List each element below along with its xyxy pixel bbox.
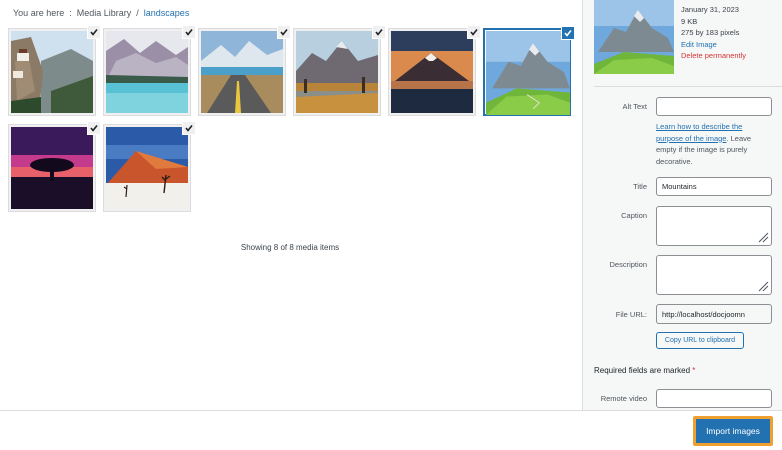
selection-check[interactable] (372, 25, 386, 39)
media-item-autumn-mountains[interactable] (293, 25, 386, 116)
checkmark-icon (280, 29, 288, 36)
selection-check[interactable] (277, 25, 291, 39)
resize-handle-icon[interactable] (757, 231, 769, 243)
media-item-sunset-tree[interactable] (8, 121, 101, 212)
volcano-lake-image (391, 31, 473, 113)
media-item-desert-dunes[interactable] (103, 121, 196, 212)
divider (594, 86, 782, 87)
selection-check[interactable] (182, 25, 196, 39)
green-mountains-image (486, 31, 570, 115)
required-star: * (692, 366, 696, 375)
selection-check[interactable] (561, 26, 575, 40)
edit-image-link[interactable]: Edit Image (681, 39, 746, 51)
mountain-lake-image (106, 31, 188, 113)
media-item-volcano-lake[interactable] (388, 25, 481, 116)
checkmark-icon (470, 29, 478, 36)
cliff-monastery-image (11, 31, 93, 113)
autumn-mountains-image (296, 31, 378, 113)
import-images-button[interactable]: Import images (693, 416, 773, 446)
checkmark-icon (185, 29, 193, 36)
selection-check[interactable] (87, 25, 101, 39)
title-label: Title (633, 182, 647, 191)
modal-footer (0, 410, 782, 450)
checkmark-icon (185, 125, 193, 132)
caption-label: Caption (621, 211, 647, 220)
sunset-tree-image (11, 127, 93, 209)
upload-date: January 31, 2023 (681, 5, 739, 14)
breadcrumb-current[interactable]: landscapes (144, 8, 190, 18)
preview-image (594, 0, 674, 74)
file-url-input[interactable]: http://localhost/docjoomn (656, 304, 772, 324)
selection-check[interactable] (87, 121, 101, 135)
breadcrumb-prefix: You are here (13, 8, 65, 18)
breadcrumb-parent[interactable]: Media Library (77, 8, 132, 18)
file-url-label: File URL: (615, 310, 647, 319)
copy-url-button[interactable]: Copy URL to clipboard (656, 332, 744, 349)
file-size: 9 KB (681, 16, 698, 26)
required-text: Required fields are marked (594, 366, 691, 375)
image-dimensions: 275 by 183 pixels (681, 28, 740, 37)
description-label: Description (609, 260, 647, 269)
media-item-green-mountains[interactable] (483, 26, 575, 116)
breadcrumb-separator: : (69, 8, 72, 18)
checkmark-icon (375, 29, 383, 36)
delete-permanently-link[interactable]: Delete permanently (681, 50, 746, 62)
attachment-details-sidebar: January 31, 2023 9 KB 275 by 183 pixels … (582, 0, 782, 410)
attachment-preview (594, 0, 674, 74)
description-textarea[interactable] (656, 255, 772, 295)
remote-video-label: Remote video (600, 394, 647, 403)
remote-video-input[interactable] (656, 389, 772, 408)
alt-text-label: Alt Text (622, 102, 647, 111)
media-item-mountain-lake[interactable] (103, 25, 196, 116)
checkmark-icon (90, 29, 98, 36)
alt-text-help: Learn how to describe the purpose of the… (656, 121, 766, 167)
checkmark-icon (90, 125, 98, 132)
selection-check[interactable] (467, 25, 481, 39)
title-input[interactable]: Mountains (656, 177, 772, 196)
alt-text-input[interactable] (656, 97, 772, 116)
selection-check[interactable] (182, 121, 196, 135)
attachment-meta: January 31, 2023 9 KB 275 by 183 pixels … (681, 4, 746, 62)
caption-textarea[interactable] (656, 206, 772, 246)
media-item-cliff-monastery[interactable] (8, 25, 101, 116)
breadcrumb-divider: / (136, 8, 139, 18)
required-fields-note: Required fields are marked * (594, 366, 695, 375)
media-item-mountain-road[interactable] (198, 25, 291, 116)
breadcrumb: You are here: Media Library / landscapes (13, 8, 189, 18)
resize-handle-icon[interactable] (757, 280, 769, 292)
desert-dunes-image (106, 127, 188, 209)
checkmark-icon (564, 30, 572, 37)
media-count: Showing 8 of 8 media items (240, 243, 340, 252)
mountain-road-image (201, 31, 283, 113)
